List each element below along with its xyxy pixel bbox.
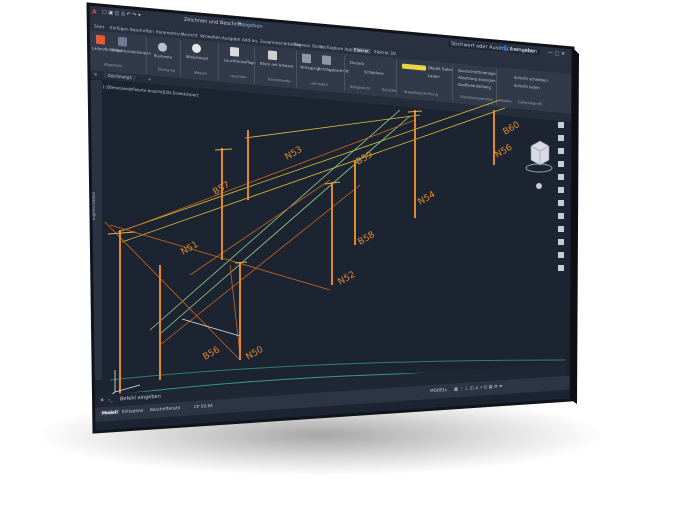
wire-green	[159, 115, 411, 335]
view-cube-ring	[525, 163, 553, 173]
navigation-bar[interactable]	[558, 122, 564, 271]
nav-icon[interactable]	[558, 187, 564, 193]
view-cube[interactable]	[525, 140, 553, 189]
cross-arm	[214, 148, 233, 151]
command-icon: ›_	[108, 396, 113, 404]
wire-orange	[229, 264, 241, 356]
home-view-icon[interactable]	[536, 183, 542, 189]
layout-tab-model[interactable]: Modell	[100, 409, 120, 416]
pole-label: N56	[494, 143, 515, 161]
pole-label: B59	[355, 150, 376, 168]
zoom-readout: CP 50,94	[194, 402, 213, 410]
nav-icon[interactable]	[558, 213, 564, 219]
nav-icon[interactable]	[558, 200, 564, 206]
pole-label: N50	[245, 345, 266, 363]
nav-icon[interactable]	[558, 148, 564, 154]
pole-label: B58	[357, 230, 378, 248]
poles	[119, 110, 495, 395]
cross-arm	[107, 231, 136, 235]
cross-arm	[407, 110, 423, 113]
wire-orange	[189, 179, 331, 276]
nav-icon[interactable]	[558, 265, 564, 271]
pole-label: N52	[337, 270, 358, 288]
nav-icon[interactable]	[558, 239, 564, 245]
nav-icon[interactable]	[558, 174, 564, 180]
model-space-button[interactable]: MODELL	[430, 387, 447, 393]
pole-label: N51	[180, 240, 201, 258]
nav-icon[interactable]	[558, 226, 564, 232]
nav-icon[interactable]	[558, 135, 564, 141]
wire-yellow	[244, 114, 421, 139]
wire-green	[149, 109, 401, 331]
product-mockup: A ▢ ▣ ◫ ⎙ ↶ ↷ ▾ Zeichnen und Beschrift..…	[0, 0, 700, 520]
close-icon[interactable]: ✕	[100, 397, 104, 403]
pole-label: N53	[284, 145, 305, 163]
pole-label: B60	[502, 120, 523, 138]
overhead-wires	[104, 99, 506, 361]
layout-tab-unloaded[interactable]: Entladene	[122, 408, 143, 414]
wire-yellow	[117, 99, 501, 233]
nav-icon[interactable]	[558, 161, 564, 167]
layout-tab-annotation-style[interactable]: Beschriftenstil	[150, 405, 180, 412]
nav-icon[interactable]	[558, 122, 564, 128]
pole-labels: N50 B56 N51 B57 N52 B58 N53 B59 N54 B60 …	[180, 120, 523, 363]
command-input[interactable]: Befehl eingeben	[120, 394, 161, 403]
wire-white	[181, 318, 241, 337]
ucs-x-axis	[114, 384, 141, 393]
cross-arms	[107, 110, 423, 264]
pole-label: B56	[202, 345, 223, 363]
wire-orange	[124, 119, 416, 231]
nav-icon[interactable]	[558, 252, 564, 258]
wire-orange	[109, 224, 331, 291]
wire-orange	[104, 221, 241, 361]
pole-label: N54	[417, 190, 438, 208]
status-toggles[interactable]: ▦ ⋮ ⊥ ◫ ∠ ⌖ ⊡ ▤ ⚙ ≡	[454, 383, 503, 391]
